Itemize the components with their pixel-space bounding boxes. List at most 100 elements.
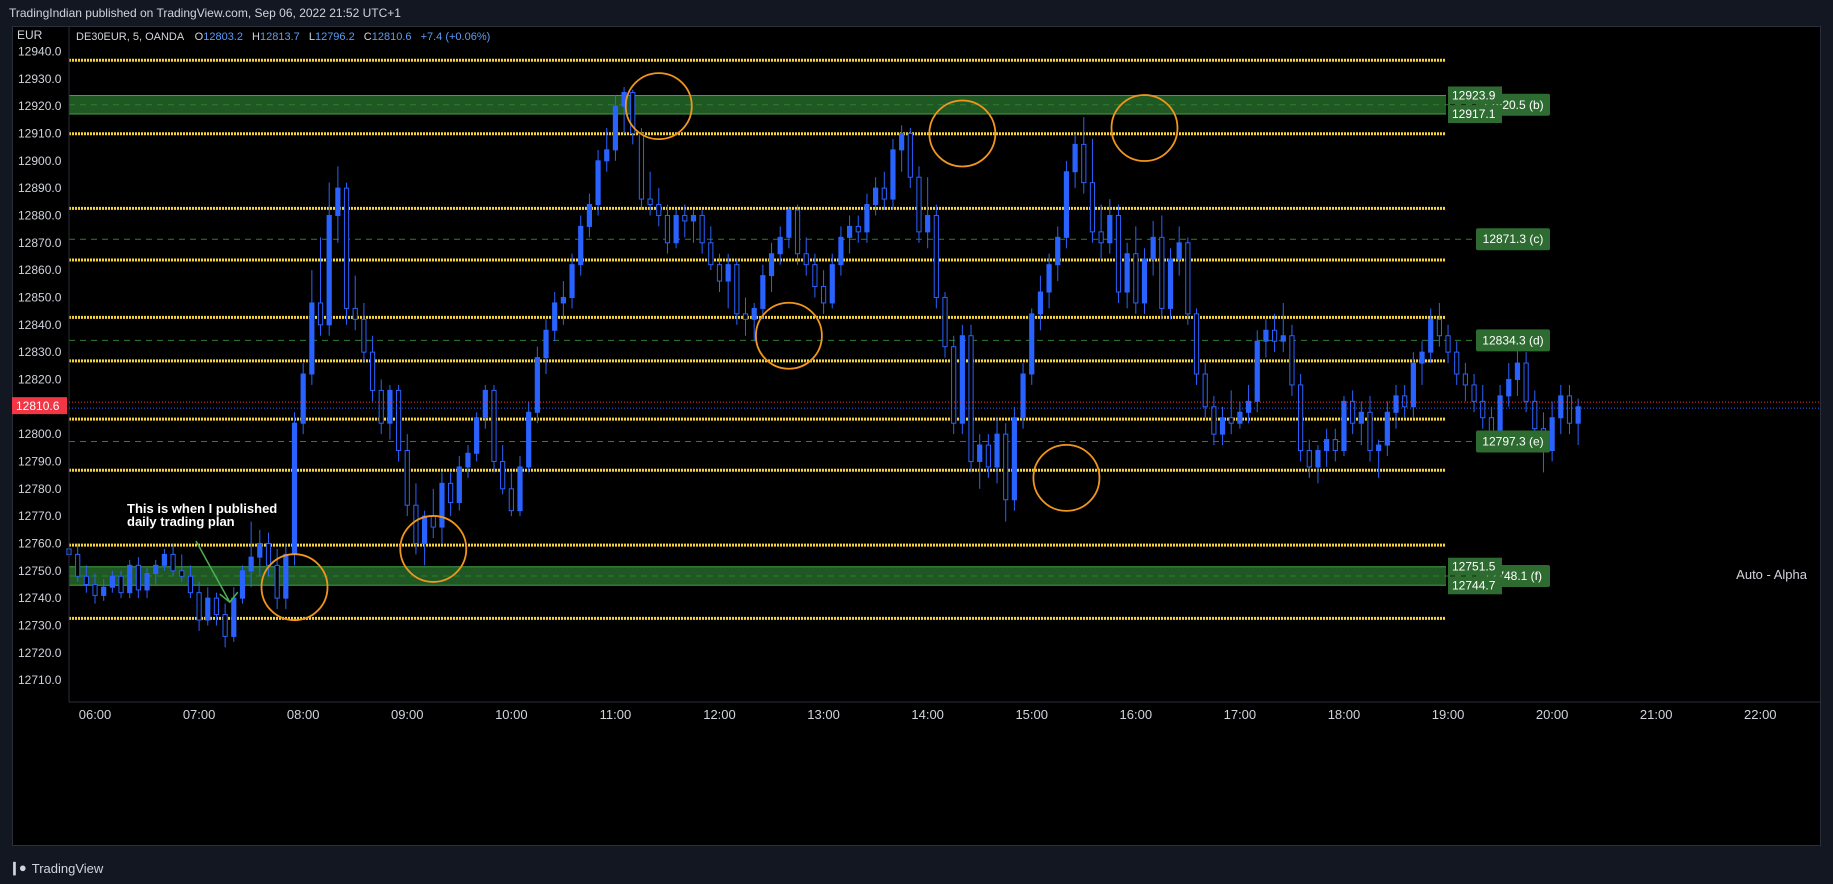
candle[interactable] (959, 324, 965, 435)
candle[interactable] (985, 434, 991, 478)
candle[interactable] (456, 456, 462, 511)
candle[interactable] (820, 270, 827, 314)
candle[interactable] (1098, 204, 1104, 260)
candle[interactable] (378, 379, 384, 435)
candle[interactable] (474, 412, 480, 462)
candle[interactable] (1367, 395, 1373, 462)
candle[interactable] (352, 275, 358, 331)
candle[interactable] (309, 270, 315, 385)
candle[interactable] (673, 210, 679, 249)
candle[interactable] (1471, 374, 1477, 413)
candle[interactable] (500, 445, 506, 495)
candle[interactable] (1141, 248, 1148, 314)
candle[interactable] (1167, 248, 1174, 320)
candle[interactable] (1332, 428, 1338, 462)
candle[interactable] (925, 177, 931, 249)
candle[interactable] (1089, 138, 1096, 243)
candle[interactable] (1029, 308, 1035, 385)
candle[interactable] (916, 166, 922, 243)
candle[interactable] (1072, 133, 1078, 189)
candle[interactable] (448, 472, 454, 517)
candle[interactable] (569, 253, 575, 309)
candle[interactable] (846, 215, 853, 254)
candle[interactable] (829, 253, 835, 309)
candle[interactable] (1003, 423, 1009, 522)
candle[interactable] (768, 242, 775, 292)
candle[interactable] (335, 166, 341, 243)
candle[interactable] (1315, 445, 1321, 484)
candle[interactable] (656, 188, 662, 227)
candle[interactable] (326, 182, 332, 336)
candle[interactable] (1376, 439, 1382, 478)
candle[interactable] (430, 488, 436, 538)
candle[interactable] (1011, 406, 1017, 511)
candle[interactable] (1324, 428, 1330, 467)
candle[interactable] (1159, 215, 1165, 320)
candle[interactable] (1454, 341, 1460, 385)
candle[interactable] (1124, 242, 1130, 309)
candle[interactable] (1228, 390, 1234, 435)
candle[interactable] (1237, 401, 1243, 429)
candle[interactable] (1402, 384, 1408, 418)
candle[interactable] (1055, 226, 1061, 282)
candle[interactable] (1384, 401, 1390, 456)
candle[interactable] (1254, 330, 1260, 413)
candle[interactable] (1176, 226, 1182, 276)
candle[interactable] (1350, 390, 1356, 435)
candle[interactable] (127, 559, 133, 599)
candle[interactable] (1393, 384, 1399, 429)
candle[interactable] (1289, 324, 1295, 396)
candle[interactable] (1263, 319, 1269, 358)
candle[interactable] (1219, 406, 1226, 446)
candle[interactable] (578, 215, 584, 276)
candle[interactable] (222, 603, 228, 648)
candle[interactable] (977, 434, 983, 489)
candle[interactable] (1480, 384, 1486, 429)
candle[interactable] (951, 335, 957, 435)
candle[interactable] (586, 193, 592, 238)
candle[interactable] (881, 171, 887, 210)
candle[interactable] (482, 384, 488, 429)
candle[interactable] (543, 319, 549, 374)
candle[interactable] (552, 292, 558, 342)
candle[interactable] (855, 215, 861, 243)
candle[interactable] (786, 207, 792, 249)
candle[interactable] (1211, 395, 1217, 446)
candle[interactable] (291, 412, 298, 566)
candle[interactable] (942, 292, 948, 358)
candle[interactable] (1046, 253, 1052, 309)
candle[interactable] (699, 210, 705, 254)
candle[interactable] (1523, 352, 1529, 413)
candle[interactable] (413, 483, 419, 555)
candle[interactable] (1575, 398, 1581, 446)
candle[interactable] (465, 445, 471, 478)
candle[interactable] (708, 226, 714, 271)
candle[interactable] (300, 363, 306, 435)
candle[interactable] (205, 587, 211, 626)
candle[interactable] (1193, 308, 1200, 385)
highlight-circle[interactable] (1032, 443, 1101, 512)
candle[interactable] (196, 581, 202, 631)
candle[interactable] (361, 302, 367, 364)
candle[interactable] (604, 128, 610, 172)
candle[interactable] (75, 543, 81, 582)
candle[interactable] (1298, 374, 1304, 462)
candle[interactable] (1558, 384, 1564, 435)
candle[interactable] (1245, 384, 1252, 424)
candle[interactable] (734, 259, 740, 325)
candle[interactable] (1445, 324, 1451, 364)
candle[interactable] (1271, 313, 1278, 353)
candle[interactable] (508, 472, 514, 517)
candle[interactable] (317, 237, 324, 336)
candle[interactable] (239, 565, 246, 604)
candle[interactable] (1115, 204, 1122, 303)
candle[interactable] (664, 204, 671, 254)
candle[interactable] (1150, 220, 1156, 276)
candle[interactable] (890, 138, 896, 210)
candlestick-chart[interactable]: This is when I publisheddaily trading pl… (12, 26, 1821, 846)
candle[interactable] (283, 543, 289, 610)
candle[interactable] (526, 401, 532, 473)
candle[interactable] (899, 125, 905, 172)
candle[interactable] (422, 510, 428, 566)
candle[interactable] (907, 128, 913, 189)
